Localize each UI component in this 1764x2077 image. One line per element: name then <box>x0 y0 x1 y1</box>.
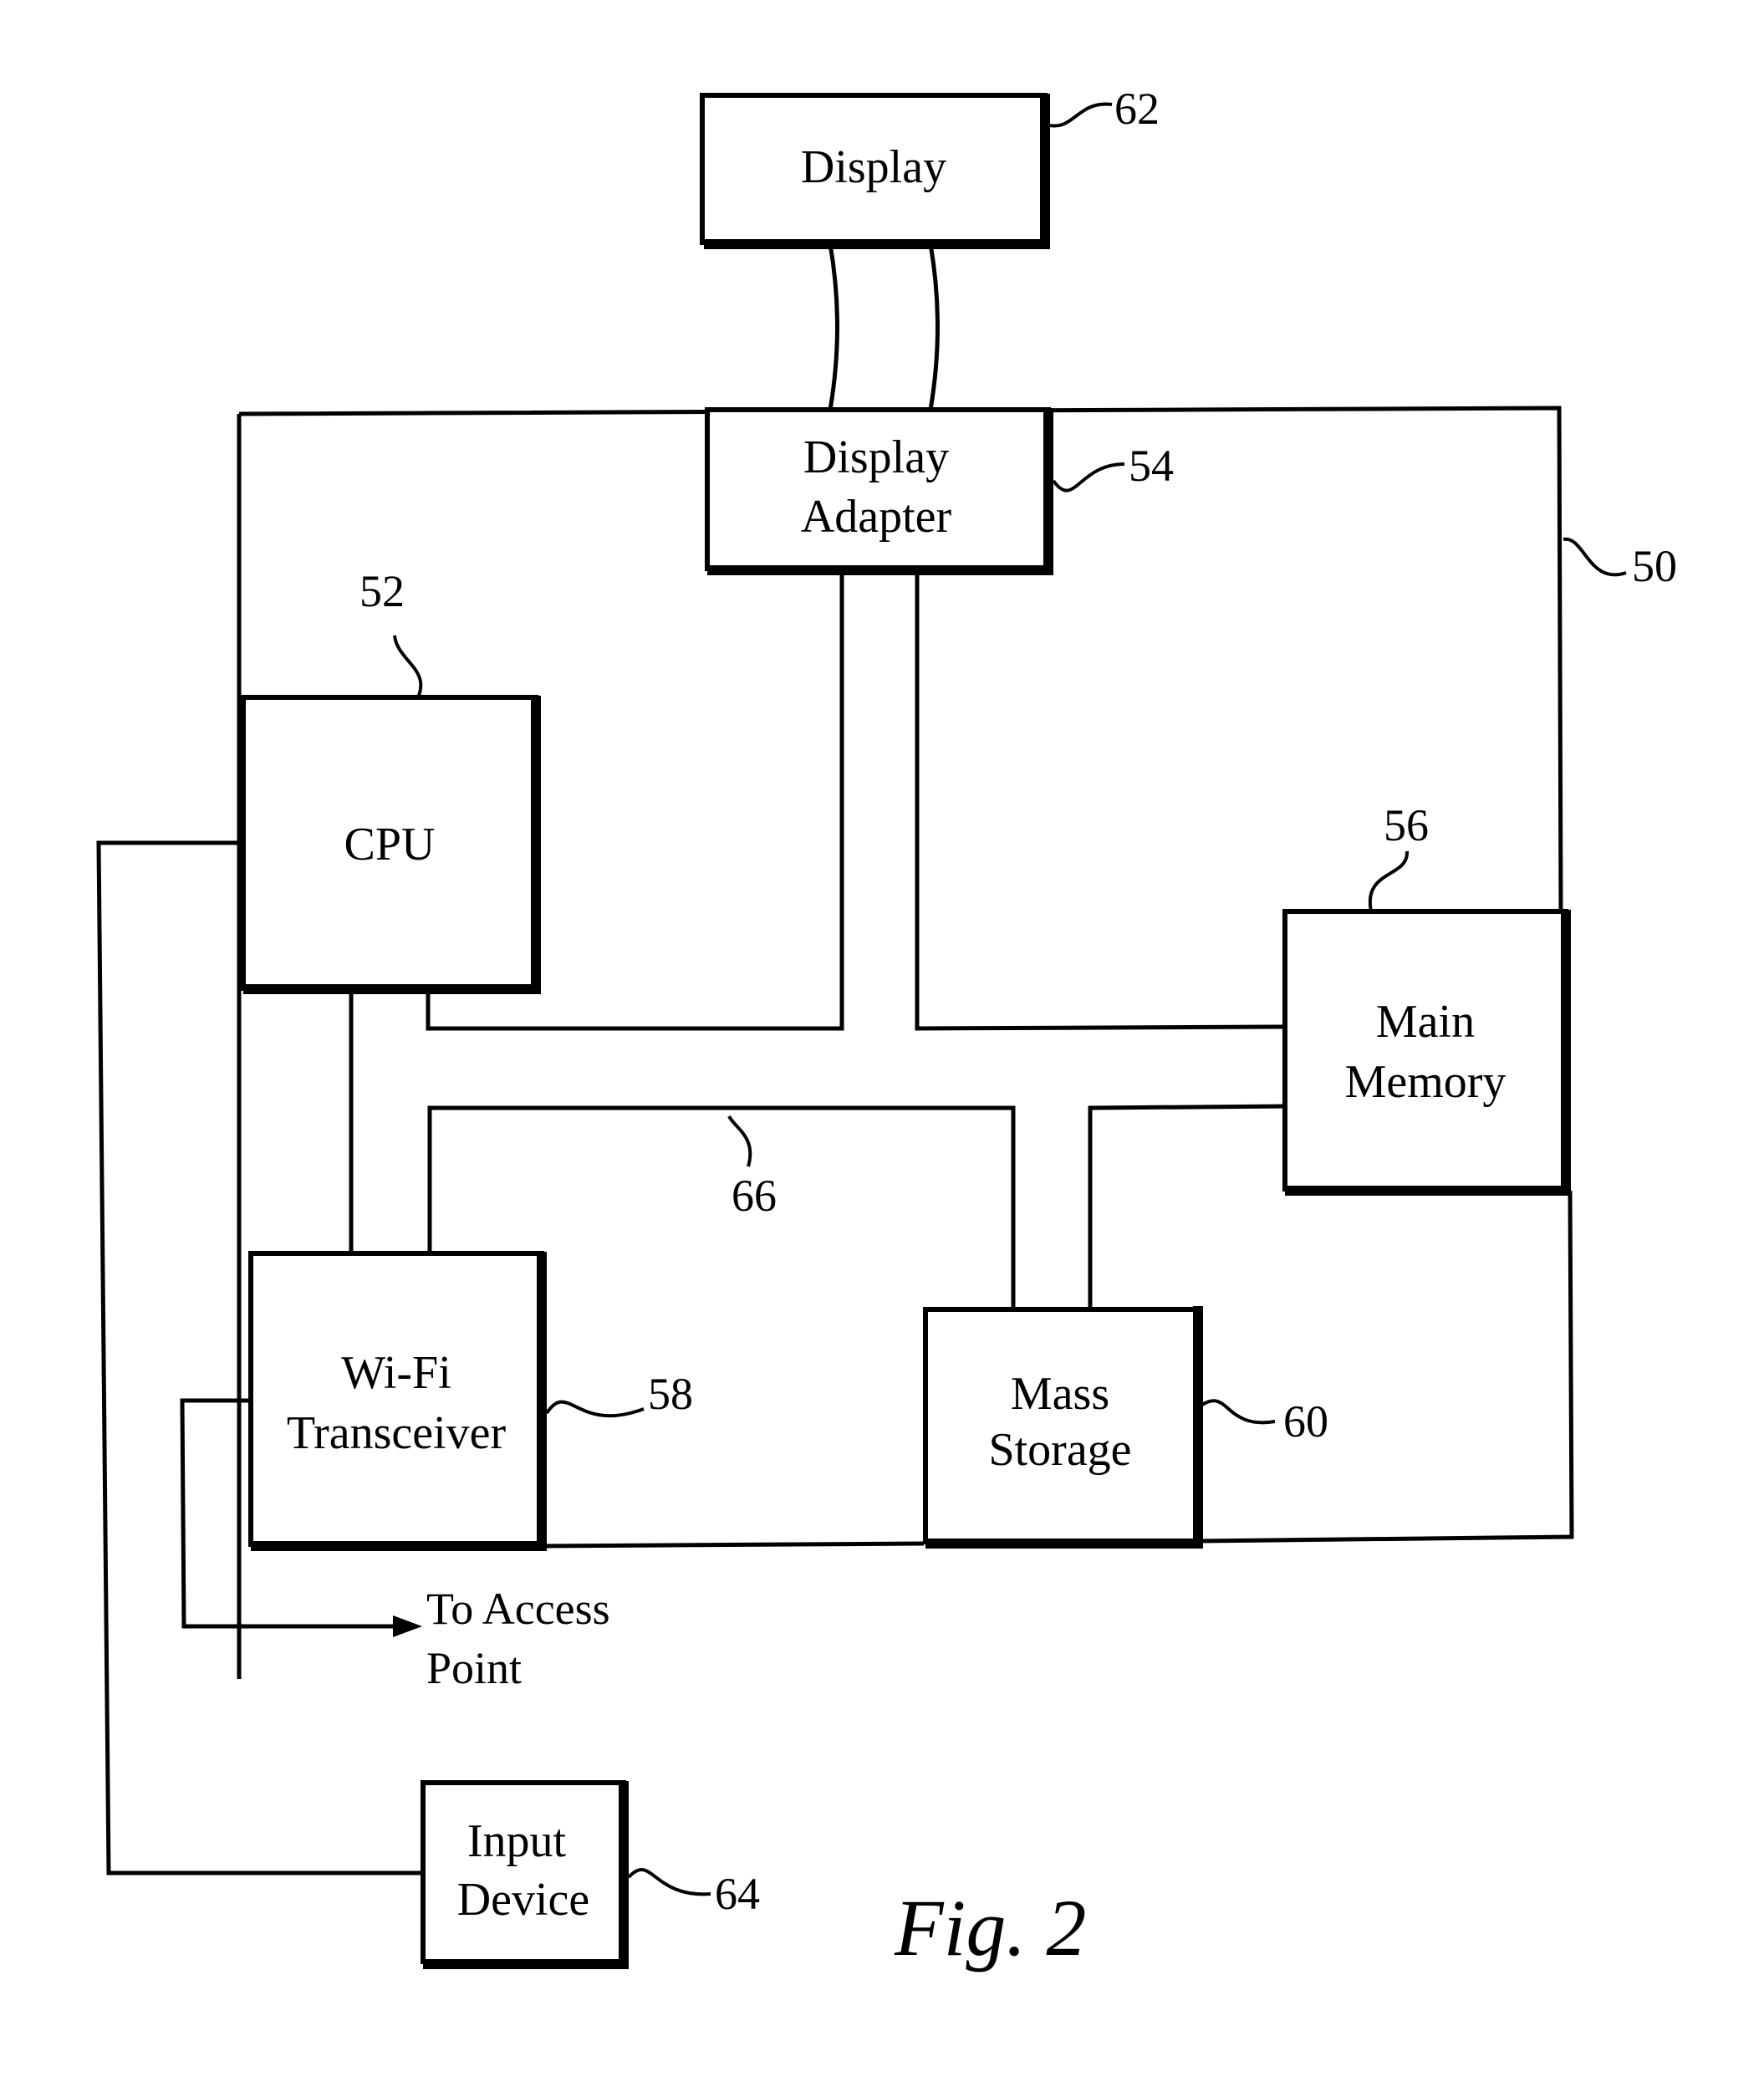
display-cable-left <box>828 243 839 411</box>
main-memory-label-line2: Memory <box>1345 1056 1507 1108</box>
input-device-block: Input Device <box>421 1780 629 1969</box>
main-memory-ref-leader <box>1368 850 1410 912</box>
display-adapter-label-line2: Adapter <box>801 491 952 543</box>
mass-storage-block: Mass Storage <box>923 1306 1203 1549</box>
input-device-ref: 64 <box>715 1869 760 1919</box>
mass-storage-label-line1: Mass <box>1011 1368 1109 1420</box>
display-block: Display <box>700 93 1050 249</box>
mass-storage-ref-leader <box>1201 1399 1276 1425</box>
wifi-transceiver-block: Wi-Fi Transceiver <box>248 1251 547 1551</box>
display-adapter-label-line1: Display <box>803 431 949 483</box>
access-point-label-line2: Point <box>426 1643 522 1693</box>
cpu-ref-leader <box>393 635 423 698</box>
main-memory-block: Main Memory <box>1282 909 1571 1196</box>
access-point-arrowhead <box>393 1615 422 1637</box>
bus-lower-right <box>1088 1104 1284 1308</box>
bus-ref: 66 <box>732 1171 777 1221</box>
mass-storage-ref: 60 <box>1283 1396 1328 1447</box>
display-adapter-ref: 54 <box>1129 441 1174 491</box>
wifi-transceiver-label-line1: Wi-Fi <box>341 1347 451 1399</box>
figure-caption: Fig. 2 <box>894 1883 1086 1972</box>
display-ref-leader <box>1049 102 1113 128</box>
cpu-label: CPU <box>344 819 436 870</box>
main-memory-label-line1: Main <box>1376 996 1475 1048</box>
input-device-ref-leader <box>627 1868 711 1896</box>
display-label: Display <box>801 141 946 193</box>
cpu-ref: 52 <box>359 566 405 616</box>
bus-ref-leader <box>727 1115 752 1167</box>
main-memory-ref: 56 <box>1384 800 1429 850</box>
bus-upper-right <box>915 570 1284 1031</box>
system-ref: 50 <box>1632 541 1677 591</box>
input-device-label-line1: Input <box>467 1815 567 1867</box>
mass-storage-label-line2: Storage <box>988 1424 1131 1476</box>
system-ref-leader <box>1563 537 1627 577</box>
wifi-ref-leader <box>545 1400 645 1418</box>
wifi-ref: 58 <box>648 1369 693 1419</box>
cpu-block: CPU <box>241 695 541 994</box>
display-adapter-ref-leader <box>1052 462 1125 492</box>
display-cable-right <box>928 243 940 411</box>
display-adapter-block: Display Adapter <box>705 407 1053 575</box>
input-device-label-line2: Device <box>457 1874 590 1926</box>
display-ref: 62 <box>1114 84 1160 134</box>
block-diagram: Display 62 Display Adapter 54 50 66 CPU … <box>96 84 1677 1972</box>
wifi-transceiver-label-line2: Transceiver <box>287 1407 507 1459</box>
access-point-label-line1: To Access <box>426 1584 610 1634</box>
